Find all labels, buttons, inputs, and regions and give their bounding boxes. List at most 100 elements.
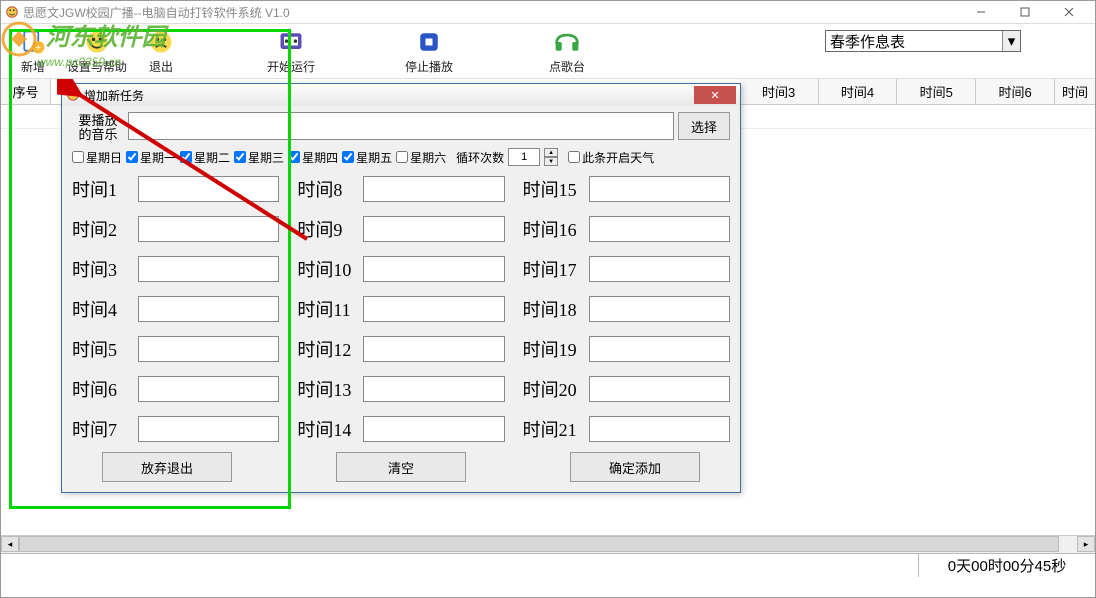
col-time6[interactable]: 时间6 [976,79,1055,104]
status-left [1,554,919,577]
loop-label: 循环次数 [456,149,504,166]
new-icon: + [19,28,47,56]
jukebox-label: 点歌台 [549,58,585,75]
settings-icon [83,28,111,56]
time-input-9[interactable] [363,216,504,242]
music-label: 要播放 的音乐 [72,112,124,142]
weekday-checkbox-0[interactable] [72,151,84,163]
time-input-12[interactable] [363,336,504,362]
schedule-select[interactable]: 春季作息表 ▾ [825,30,1021,52]
time-label-11: 时间11 [297,296,359,322]
weekday-6[interactable]: 星期六 [396,149,446,166]
time-input-21[interactable] [589,416,730,442]
time-label-17: 时间17 [523,256,585,282]
time-input-20[interactable] [589,376,730,402]
scroll-thumb[interactable] [19,536,1059,552]
weekday-5[interactable]: 星期五 [342,149,392,166]
jukebox-button[interactable]: 点歌台 [527,24,607,78]
time-row-6: 时间6 [72,376,279,402]
time-input-4[interactable] [138,296,279,322]
time-input-6[interactable] [138,376,279,402]
weekday-row: 星期日星期一星期二星期三星期四星期五星期六循环次数 ▲▼ 此条开启天气 [72,148,730,166]
dialog-titlebar[interactable]: 增加新任务 ✕ [62,84,740,106]
cancel-button[interactable]: 放弃退出 [102,452,232,482]
music-path-input[interactable] [128,112,674,140]
time-label-2: 时间2 [72,216,134,242]
weekday-1[interactable]: 星期一 [126,149,176,166]
time-row-18: 时间18 [523,296,730,322]
maximize-button[interactable] [1003,1,1047,23]
weekday-2[interactable]: 星期二 [180,149,230,166]
status-bar: 0天00时00分45秒 [1,553,1095,577]
clear-button[interactable]: 清空 [336,452,466,482]
time-row-20: 时间20 [523,376,730,402]
svg-text:+: + [35,41,41,53]
dialog-icon [66,88,80,102]
weekday-4[interactable]: 星期四 [288,149,338,166]
add-task-dialog: 增加新任务 ✕ 要播放 的音乐 选择 星期日星期一星期二星期三星期四星期五星期六… [61,83,741,493]
time-input-16[interactable] [589,216,730,242]
schedule-selected: 春季作息表 [830,31,905,52]
minimize-button[interactable] [959,1,1003,23]
new-button[interactable]: + 新增 [1,24,65,78]
dialog-close-button[interactable]: ✕ [694,86,736,104]
weekday-checkbox-3[interactable] [234,151,246,163]
time-input-18[interactable] [589,296,730,322]
time-input-13[interactable] [363,376,504,402]
weekday-checkbox-2[interactable] [180,151,192,163]
new-label: 新增 [21,58,45,75]
weekday-checkbox-4[interactable] [288,151,300,163]
time-label-9: 时间9 [297,216,359,242]
scroll-left-button[interactable]: ◂ [1,536,19,552]
settings-button[interactable]: 设置与帮助 [65,24,129,78]
h-scrollbar[interactable]: ◂ ▸ [1,535,1095,553]
loop-count-input[interactable] [508,148,540,166]
time-row-11: 时间11 [297,296,504,322]
loop-spinner[interactable]: ▲▼ [544,148,558,166]
select-music-button[interactable]: 选择 [678,112,730,140]
col-seq[interactable]: 序号 [1,79,51,104]
start-button[interactable]: 开始运行 [251,24,331,78]
time-row-13: 时间13 [297,376,504,402]
stop-label: 停止播放 [405,58,453,75]
time-row-10: 时间10 [297,256,504,282]
weekday-checkbox-6[interactable] [396,151,408,163]
col-time3[interactable]: 时间3 [740,79,819,104]
col-time5[interactable]: 时间5 [897,79,976,104]
time-row-7: 时间7 [72,416,279,442]
weekday-0[interactable]: 星期日 [72,149,122,166]
time-row-14: 时间14 [297,416,504,442]
ok-button[interactable]: 确定添加 [570,452,700,482]
time-input-1[interactable] [138,176,279,202]
time-input-2[interactable] [138,216,279,242]
time-input-15[interactable] [589,176,730,202]
weekday-checkbox-5[interactable] [342,151,354,163]
time-input-5[interactable] [138,336,279,362]
weekday-3[interactable]: 星期三 [234,149,284,166]
time-input-19[interactable] [589,336,730,362]
time-input-14[interactable] [363,416,504,442]
time-input-8[interactable] [363,176,504,202]
time-input-3[interactable] [138,256,279,282]
time-row-21: 时间21 [523,416,730,442]
time-row-4: 时间4 [72,296,279,322]
weather-toggle[interactable]: 此条开启天气 [568,149,654,166]
close-button[interactable] [1047,1,1091,23]
time-label-10: 时间10 [297,256,359,282]
stop-icon [415,28,443,56]
main-toolbar: + 新增 设置与帮助 退出 开始运行 停止播放 点歌台 春季作息表 ▾ [1,23,1095,79]
time-input-7[interactable] [138,416,279,442]
time-input-11[interactable] [363,296,504,322]
weather-checkbox[interactable] [568,151,580,163]
scroll-right-button[interactable]: ▸ [1077,536,1095,552]
time-row-12: 时间12 [297,336,504,362]
time-input-17[interactable] [589,256,730,282]
weekday-checkbox-1[interactable] [126,151,138,163]
window-title: 思愿文JGW校园广播--电脑自动打铃软件系统 V1.0 [23,4,959,21]
exit-button[interactable]: 退出 [129,24,193,78]
start-label: 开始运行 [267,58,315,75]
time-input-10[interactable] [363,256,504,282]
col-time4[interactable]: 时间4 [819,79,898,104]
stop-button[interactable]: 停止播放 [389,24,469,78]
col-time-more[interactable]: 时间 [1055,79,1095,104]
